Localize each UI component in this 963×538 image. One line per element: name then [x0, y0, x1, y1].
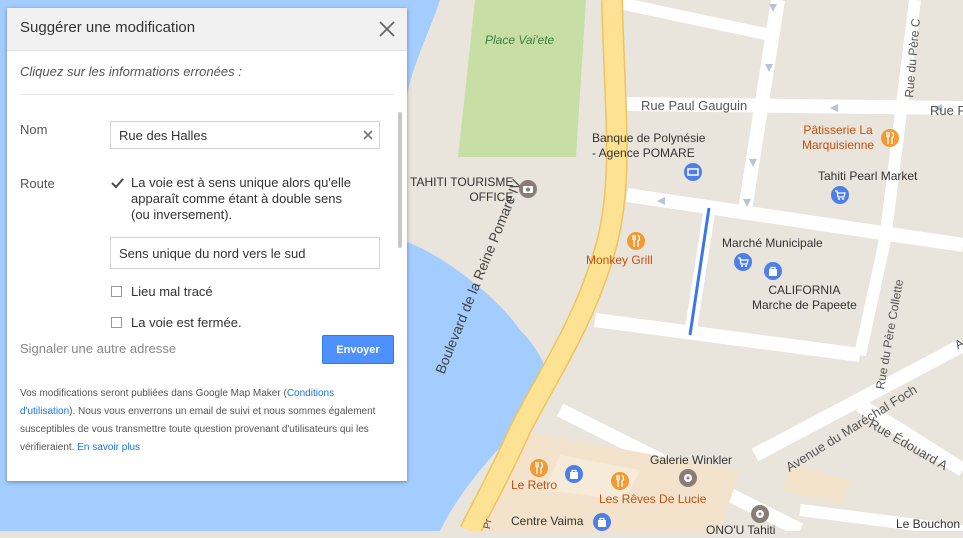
oneway-checkbox[interactable]	[111, 178, 124, 189]
name-field-value: Rue des Halles	[119, 127, 208, 143]
restaurant-icon[interactable]	[881, 129, 899, 147]
poi-tourism[interactable]: TAHITI TOURISME OFFICE	[410, 175, 513, 205]
poi-tourism-line2: OFFICE	[469, 190, 514, 204]
poi-patisserie-line2: Marquisienne	[802, 138, 875, 152]
panel-title: Suggérer une modification	[20, 19, 196, 36]
name-field[interactable]: Rue des Halles	[110, 121, 380, 149]
panel-scrollbar[interactable]	[398, 112, 402, 248]
send-button[interactable]: Envoyer	[322, 335, 394, 364]
closed-checkbox[interactable]	[111, 317, 122, 328]
footnote-text-2: ). Nous vous enverrons un email de suivi…	[20, 406, 376, 453]
suggest-edit-panel: Suggérer une modification Cliquez sur le…	[7, 8, 407, 481]
poi-reves[interactable]: Les Rêves De Lucie	[599, 492, 706, 507]
park-area	[458, 0, 586, 157]
closed-text[interactable]: La voie est fermée.	[131, 315, 242, 331]
poi-bank-line2: - Agence POMARE	[592, 146, 695, 160]
poi-tourism-line1: TAHITI TOURISME	[410, 175, 514, 189]
instruction-text: Cliquez sur les informations erronées :	[20, 64, 242, 79]
name-label: Nom	[20, 122, 48, 137]
panel-header: Suggérer une modification	[7, 8, 407, 51]
direction-value: Sens unique du nord vers le sud	[119, 245, 306, 261]
park-label[interactable]: Place Vai'ete	[485, 33, 554, 48]
restaurant-icon[interactable]	[530, 459, 548, 477]
poi-vaima[interactable]: Centre Vaima	[511, 514, 583, 529]
other-address-link[interactable]: Signaler une autre adresse	[20, 341, 176, 356]
museum-icon[interactable]	[679, 469, 697, 487]
poi-monkey[interactable]: Monkey Grill	[586, 253, 653, 268]
direction-select[interactable]: Sens unique du nord vers le sud	[110, 237, 380, 269]
poi-bank-line1: Banque de Polynésie	[592, 131, 706, 145]
poi-california-line1: CALIFORNIA	[768, 283, 841, 297]
atm-icon[interactable]	[684, 163, 702, 181]
shopping-icon[interactable]	[734, 253, 752, 271]
footnote: Vos modifications seront publiées dans G…	[20, 385, 390, 457]
museum-icon[interactable]	[751, 505, 769, 523]
close-button[interactable]	[375, 17, 399, 41]
misplaced-checkbox[interactable]	[111, 286, 122, 297]
poi-marche[interactable]: Marché Municipale	[722, 236, 823, 251]
street-label-gauguin: Rue Paul Gauguin	[641, 98, 748, 113]
learn-more-link[interactable]: En savoir plus	[77, 442, 140, 453]
camera-icon[interactable]	[519, 180, 537, 198]
street-label-pr: Pr	[482, 518, 495, 530]
shopping-bag-icon[interactable]	[764, 262, 782, 280]
oneway-text-line3: (ou inversement).	[131, 207, 233, 222]
poi-bank[interactable]: Banque de Polynésie - Agence POMARE	[592, 131, 705, 161]
poi-california-line2: Marche de Papeete	[752, 298, 857, 312]
close-icon[interactable]	[375, 17, 399, 41]
restaurant-icon[interactable]	[627, 232, 645, 250]
divider	[20, 94, 394, 95]
shopping-bag-icon[interactable]	[593, 513, 611, 531]
checkbox-checked-icon	[111, 178, 124, 189]
poi-patisserie-line1: Pâtisserie La	[803, 123, 873, 137]
shopping-icon[interactable]	[831, 186, 849, 204]
poi-winkler[interactable]: Galerie Winkler	[650, 453, 732, 468]
footnote-text-1: Vos modifications seront publiées dans G…	[20, 388, 287, 399]
poi-patisserie[interactable]: Pâtisserie La Marquisienne	[802, 123, 874, 153]
poi-retro[interactable]: Le Retro	[511, 478, 557, 493]
oneway-text-line2: apparaît comme étant à double sens	[131, 191, 343, 206]
shopping-bag-icon[interactable]	[565, 465, 583, 483]
oneway-text-line1: La voie est à sens unique alors qu'elle	[131, 175, 352, 190]
poi-pearl[interactable]: Tahiti Pearl Market	[818, 169, 917, 184]
restaurant-icon[interactable]	[611, 472, 629, 490]
route-label: Route	[20, 176, 55, 191]
clear-icon[interactable]	[363, 130, 373, 140]
misplaced-text[interactable]: Lieu mal tracé	[131, 284, 213, 300]
oneway-text[interactable]: La voie est à sens unique alors qu'elle …	[131, 175, 351, 223]
poi-california[interactable]: CALIFORNIA Marche de Papeete	[752, 283, 857, 313]
street-label-gauguin-2: Rue P	[930, 103, 963, 118]
poi-bouchon[interactable]: Le Bouchon	[896, 517, 960, 532]
